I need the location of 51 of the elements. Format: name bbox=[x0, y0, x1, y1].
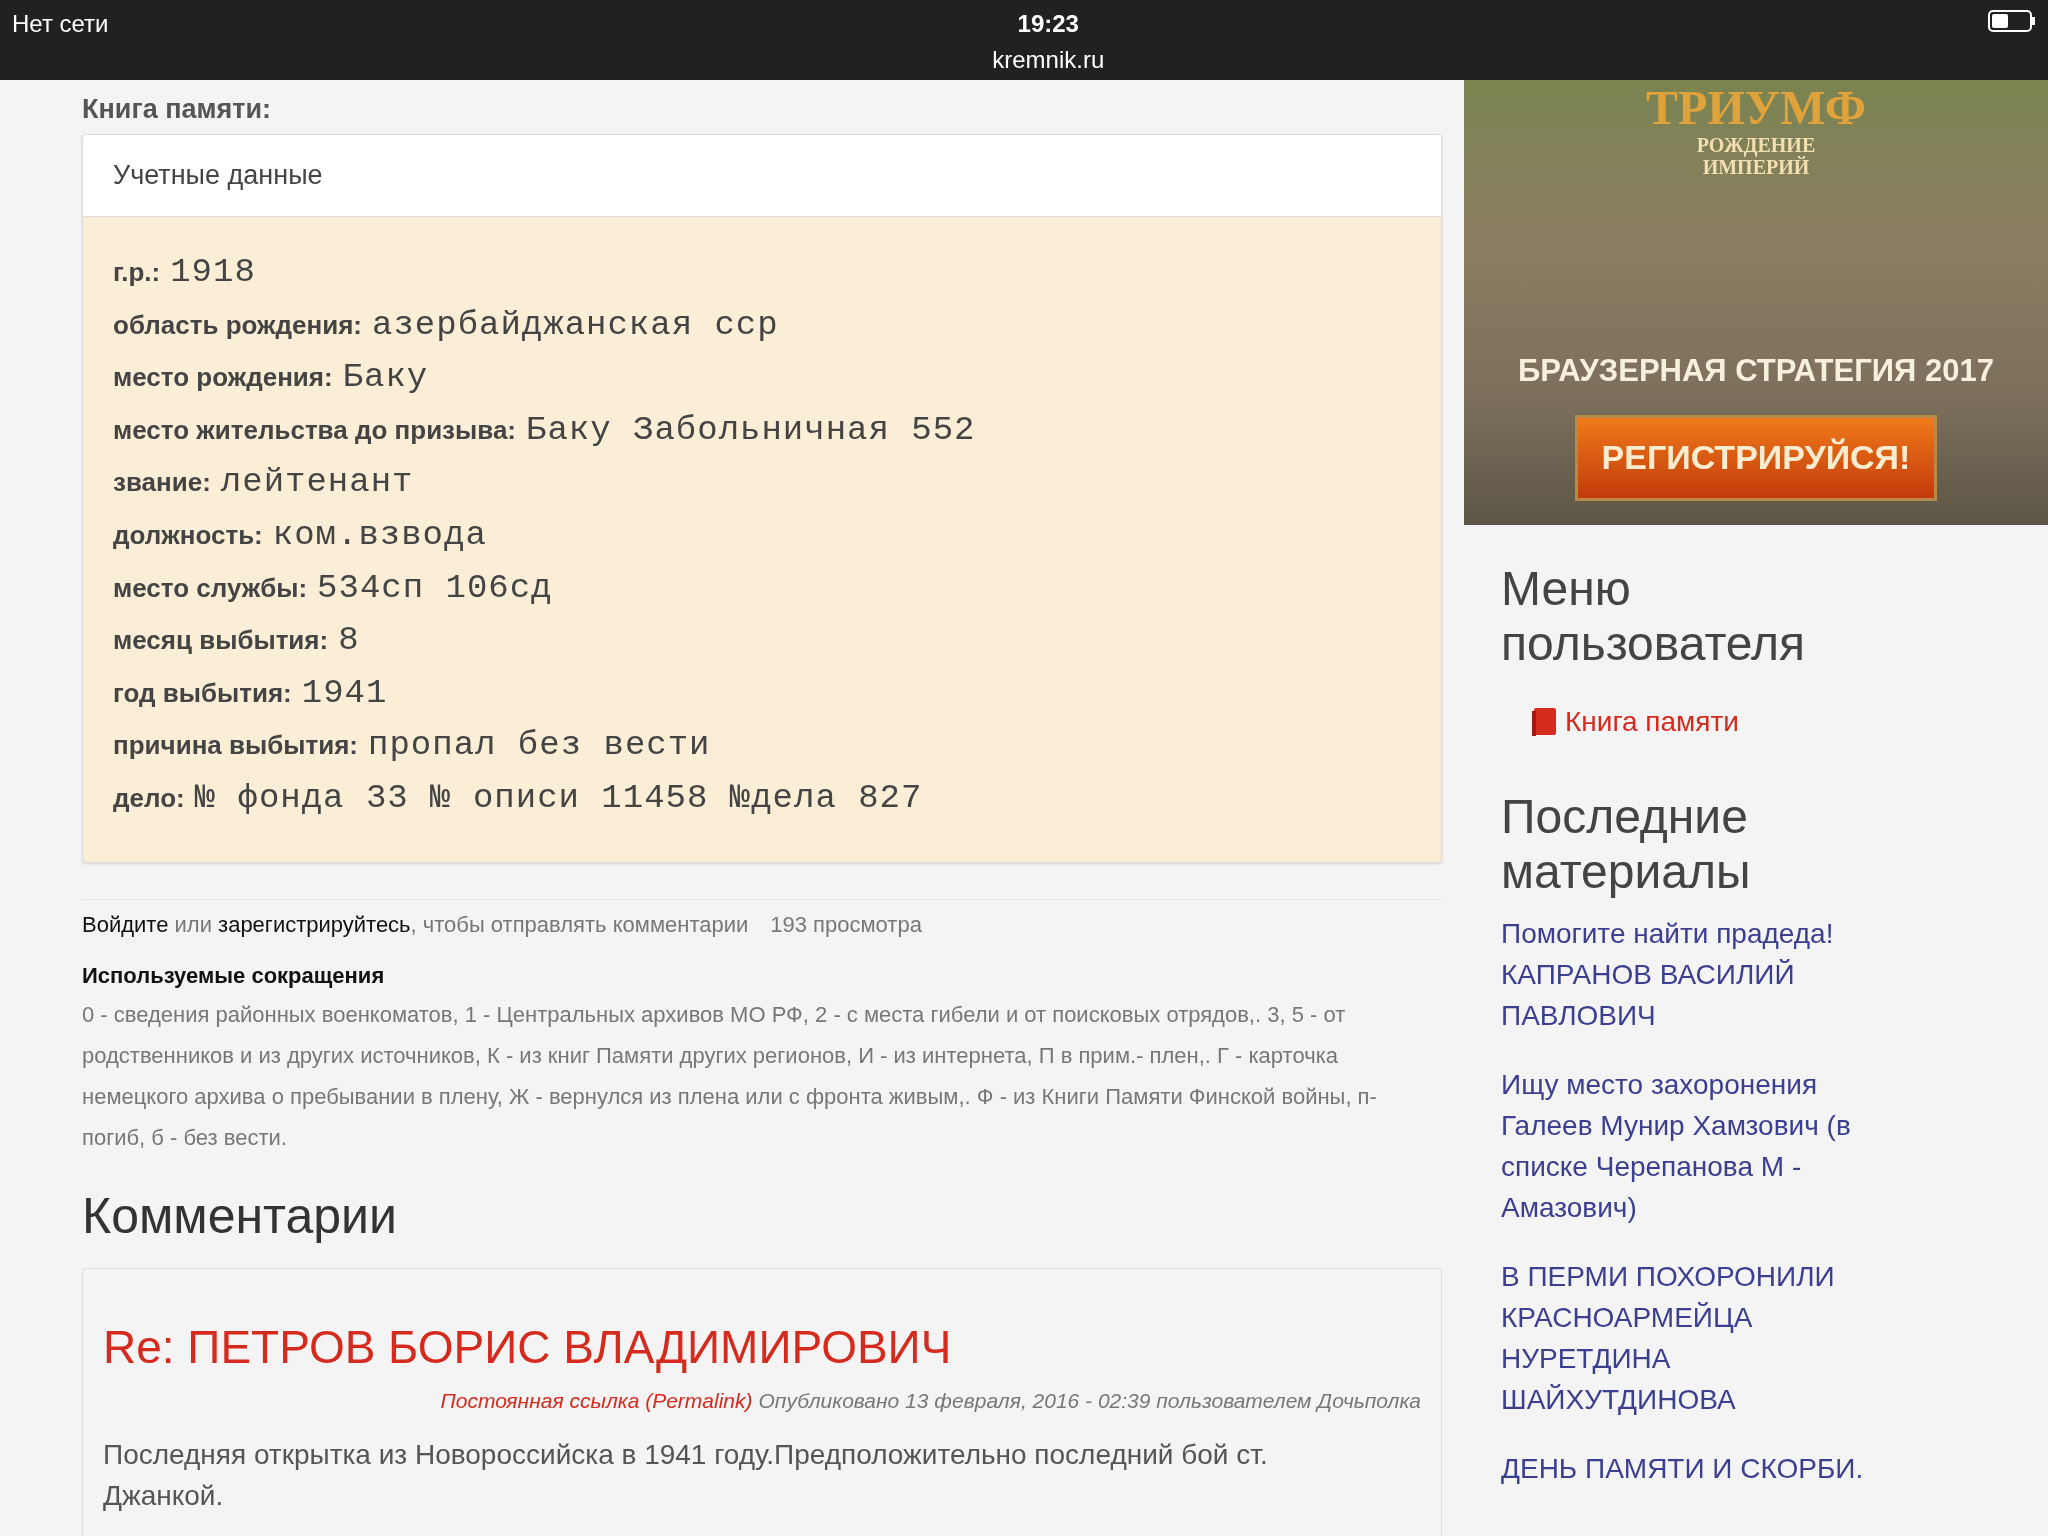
field-label: причина выбытия: bbox=[113, 729, 359, 763]
field-value: № фонда 33 № описи 11458 №дела 827 bbox=[194, 777, 923, 819]
field-value: 1918 bbox=[170, 252, 256, 293]
recent-link[interactable]: Помогите найти прадеда! КАПРАНОВ ВАСИЛИЙ ПАВЛОВИЧ bbox=[1501, 913, 1891, 1036]
field-value: 1941 bbox=[301, 672, 388, 714]
field-label: место рождения: bbox=[113, 361, 333, 395]
book-icon bbox=[1531, 707, 1557, 737]
user-menu-heading: Меню пользователя bbox=[1501, 561, 1806, 671]
field-label: месяц выбытия: bbox=[113, 624, 329, 658]
field-value: 8 bbox=[338, 620, 360, 662]
view-count: 193 просмотра bbox=[770, 910, 922, 939]
comment-title[interactable]: Re: ПЕТРОВ БОРИС ВЛАДИМИРОВИЧ bbox=[103, 1318, 1421, 1375]
clock: 19:23 bbox=[1017, 9, 1079, 39]
field-value: Баку Забольничная 552 bbox=[526, 409, 976, 451]
comment-meta: Опубликовано 13 февраля, 2016 - 02:39 пользователем Дочьполка bbox=[758, 1387, 1421, 1414]
field-label: год выбытия: bbox=[113, 676, 292, 710]
menu-link[interactable]: Книга памяти bbox=[1531, 701, 2011, 743]
url-text[interactable]: kremnik.ru bbox=[992, 42, 1105, 78]
comment-prompt: Войдите или зарегистрируйтесь, чтобы отправлять комментарии bbox=[82, 910, 749, 939]
login-link[interactable]: Войдите bbox=[82, 911, 169, 937]
field-label: дело: bbox=[113, 781, 185, 815]
field-value: 534сп 106сд bbox=[317, 567, 553, 609]
field-value: ком.взвода bbox=[272, 514, 487, 556]
comment-body: Последняя открытка из Новороссийска в 1941 году.Предположительно последний бой ст. Джанкой. bbox=[103, 1438, 1269, 1514]
recent-link[interactable]: В ПЕРМИ ПОХОРОНИЛИ КРАСНОАРМЕЙЦА НУРЕТДИНА ШАЙХУТДИНОВА bbox=[1501, 1256, 1891, 1420]
abbreviations-title: Используемые сокращения bbox=[82, 961, 386, 990]
field-label: место службы: bbox=[113, 571, 308, 605]
field-value: Баку bbox=[342, 357, 429, 399]
battery-icon bbox=[1988, 10, 2036, 32]
ad-banner[interactable]: ТРИУМФ РОЖДЕНИЕ ИМПЕРИЙ БРАУЗЕРНАЯ СТРАТЕГИЯ 2017 РЕГИСТРИРУЙСЯ! bbox=[1464, 80, 2048, 525]
field-value: пропал без вести bbox=[368, 725, 711, 767]
recent-link[interactable]: ДЕНЬ ПАМЯТИ И СКОРБИ. bbox=[1501, 1448, 1891, 1489]
ad-subtitle: РОЖДЕНИЕ ИМПЕРИЙ bbox=[1695, 134, 1817, 178]
recent-link[interactable]: Ищу место захоронения Галеев Мунир Хамзович (в списке Черепанова М - Амазович) bbox=[1501, 1064, 1891, 1228]
section-label: Книга памяти: bbox=[82, 93, 272, 126]
card-header: Учетные данные bbox=[113, 159, 323, 193]
field-label: звание: bbox=[113, 466, 211, 500]
abbreviations-text: 0 - сведения районных военкоматов, 1 - Центральных архивов МО РФ, 2 - с места гибели и от поисковых отрядов,. 3, 5 - от родственников и из других источников, К - из книг Памяти других регионов, И - из интернета, П в прим.- плен,. Г - карточка немецкого архива о пребывании в плену, Ж - вернулся из плена или с фронта живым,. Ф - из Книги Памяти Финской войны, п- погиб, б - без вести. bbox=[82, 1000, 1378, 1152]
field-label: место жительства до призыва: bbox=[113, 413, 516, 447]
field-label: г.р.: bbox=[113, 256, 161, 289]
field-value: азербайджанская сср bbox=[372, 304, 779, 346]
comments-heading: Комментарии bbox=[82, 1186, 398, 1246]
ad-title: ТРИУМФ bbox=[1646, 86, 1866, 130]
field-label: область рождения: bbox=[113, 308, 362, 342]
field-label: должность: bbox=[113, 518, 263, 552]
recent-heading: Последние материалы bbox=[1501, 789, 1752, 899]
permalink[interactable]: Постоянная ссылка (Permalink) bbox=[440, 1384, 753, 1417]
ad-tagline: БРАУЗЕРНАЯ СТРАТЕГИЯ 2017 bbox=[1518, 352, 1994, 390]
field-value: лейтенант bbox=[220, 462, 414, 504]
carrier-text: Нет сети bbox=[12, 9, 109, 39]
register-link[interactable]: зарегистрируйтесь bbox=[218, 911, 411, 937]
